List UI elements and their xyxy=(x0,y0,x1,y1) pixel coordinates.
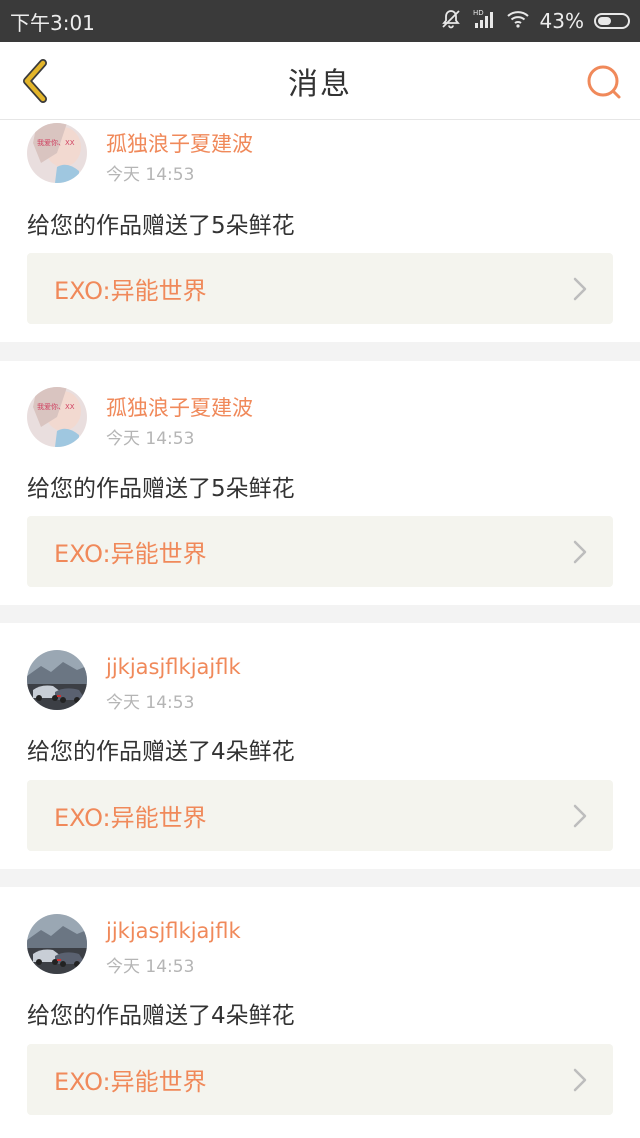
status-time: 下午3:01 xyxy=(10,10,95,35)
work-title: EXO:异能世界 xyxy=(54,1068,207,1096)
mute-icon xyxy=(440,8,462,35)
chevron-right-icon xyxy=(573,277,587,301)
page-title: 消息 xyxy=(288,67,352,102)
username[interactable]: 孤独浪子夏建波 xyxy=(106,128,253,158)
work-link[interactable]: EXO:异能世界 xyxy=(27,780,613,851)
svg-text:我爱你、XX: 我爱你、XX xyxy=(37,138,75,147)
status-icons: HD 43% xyxy=(440,8,630,35)
status-bar: 下午3:01 HD 43% xyxy=(0,0,640,42)
message-card: jjkjasjflkjajflk 今天 14:53 给您的作品赠送了4朵鲜花 E… xyxy=(0,623,640,869)
avatar[interactable]: 我爱你、XX xyxy=(27,387,87,447)
message-text: 给您的作品赠送了5朵鲜花 xyxy=(27,213,295,239)
wifi-icon xyxy=(506,9,530,34)
signal-icon: HD xyxy=(472,8,496,35)
message-text: 给您的作品赠送了4朵鲜花 xyxy=(27,739,295,765)
avatar[interactable] xyxy=(27,914,87,974)
work-title: EXO:异能世界 xyxy=(54,277,207,305)
battery-icon xyxy=(594,13,630,29)
svg-text:我爱你、XX: 我爱你、XX xyxy=(37,402,75,411)
message-card: 我爱你、XX 孤独浪子夏建波 今天 14:53 给您的作品赠送了5朵鲜花 EXO… xyxy=(0,361,640,605)
timestamp: 今天 14:53 xyxy=(106,429,195,449)
timestamp: 今天 14:53 xyxy=(106,693,195,713)
work-title: EXO:异能世界 xyxy=(54,804,207,832)
message-card: 我爱你、XX 孤独浪子夏建波 今天 14:53 给您的作品赠送了5朵鲜花 EXO… xyxy=(0,120,640,342)
avatar[interactable]: 我爱你、XX xyxy=(27,123,87,183)
avatar[interactable] xyxy=(27,650,87,710)
message-text: 给您的作品赠送了5朵鲜花 xyxy=(27,476,295,502)
work-link[interactable]: EXO:异能世界 xyxy=(27,253,613,324)
message-card: jjkjasjflkjajflk 今天 14:53 给您的作品赠送了4朵鲜花 E… xyxy=(0,887,640,1138)
search-button[interactable] xyxy=(584,62,624,102)
svg-text:HD: HD xyxy=(473,9,484,17)
chevron-right-icon xyxy=(573,1068,587,1092)
navigation-bar: 消息 xyxy=(0,42,640,120)
message-list[interactable]: 我爱你、XX 孤独浪子夏建波 今天 14:53 给您的作品赠送了5朵鲜花 EXO… xyxy=(0,120,640,1138)
username[interactable]: 孤独浪子夏建波 xyxy=(106,392,253,422)
username[interactable]: jjkjasjflkjajflk xyxy=(106,655,241,679)
username[interactable]: jjkjasjflkjajflk xyxy=(106,919,241,943)
chevron-right-icon xyxy=(573,540,587,564)
message-text: 给您的作品赠送了4朵鲜花 xyxy=(27,1003,295,1029)
work-link[interactable]: EXO:异能世界 xyxy=(27,516,613,587)
chevron-right-icon xyxy=(573,804,587,828)
work-link[interactable]: EXO:异能世界 xyxy=(27,1044,613,1115)
timestamp: 今天 14:53 xyxy=(106,957,195,977)
search-icon xyxy=(587,65,621,99)
work-title: EXO:异能世界 xyxy=(54,540,207,568)
timestamp: 今天 14:53 xyxy=(106,165,195,185)
battery-percent: 43% xyxy=(539,9,584,33)
